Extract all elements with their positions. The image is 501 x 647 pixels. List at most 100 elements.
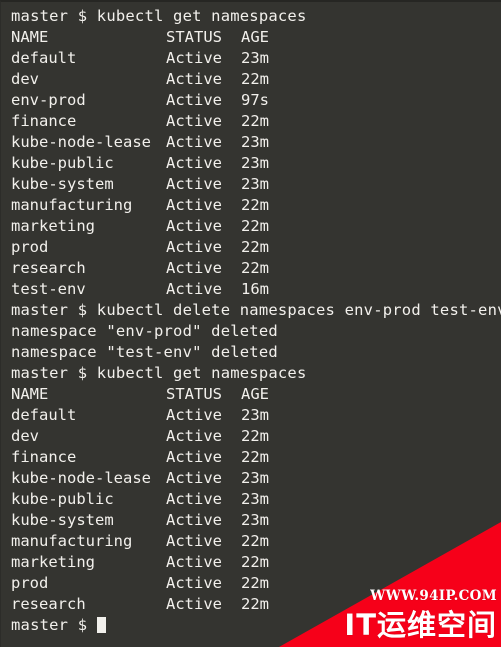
cell-namespace-status: Active xyxy=(166,196,222,214)
table-row: dev Active 22m xyxy=(11,69,501,90)
cell-namespace-status: Active xyxy=(166,490,222,508)
cell-namespace-age: 23m xyxy=(241,406,269,424)
output-line: namespace "env-prod" deleted xyxy=(11,322,278,340)
cell-namespace-name: env-prod xyxy=(11,91,86,109)
text-cursor xyxy=(96,617,106,633)
table-row: default Active 23m xyxy=(11,48,501,69)
cell-namespace-name: research xyxy=(11,595,86,613)
cell-namespace-name: prod xyxy=(11,238,49,256)
cell-namespace-status: Active xyxy=(166,91,222,109)
table-row: kube-system Active 23m xyxy=(11,510,501,531)
cell-namespace-name: default xyxy=(11,49,77,67)
column-header-name: NAME xyxy=(11,28,49,46)
cell-namespace-age: 23m xyxy=(241,469,269,487)
table-row: prod Active 22m xyxy=(11,237,501,258)
table-row: manufacturing Active 22m xyxy=(11,531,501,552)
table-row: kube-node-lease Active 23m xyxy=(11,132,501,153)
table-row: kube-public Active 23m xyxy=(11,489,501,510)
cell-namespace-name: kube-public xyxy=(11,154,114,172)
cell-namespace-age: 23m xyxy=(241,49,269,67)
cell-namespace-age: 23m xyxy=(241,490,269,508)
cell-namespace-age: 22m xyxy=(241,238,269,256)
command-line: master $ kubectl delete namespaces env-p… xyxy=(11,301,501,319)
cell-namespace-age: 23m xyxy=(241,154,269,172)
cell-namespace-status: Active xyxy=(166,280,222,298)
table-row: marketing Active 22m xyxy=(11,552,501,573)
cell-namespace-name: kube-public xyxy=(11,490,114,508)
cell-namespace-age: 16m xyxy=(241,280,269,298)
table-row: prod Active 22m xyxy=(11,573,501,594)
cell-namespace-status: Active xyxy=(166,595,222,613)
table-row: finance Active 22m xyxy=(11,447,501,468)
column-header-age: AGE xyxy=(241,385,269,403)
table-row: manufacturing Active 22m xyxy=(11,195,501,216)
command-line: master $ kubectl get namespaces xyxy=(11,7,307,25)
cell-namespace-status: Active xyxy=(166,154,222,172)
cell-namespace-age: 23m xyxy=(241,175,269,193)
cell-namespace-name: kube-system xyxy=(11,511,114,529)
cell-namespace-age: 22m xyxy=(241,595,269,613)
table-header-row: NAME STATUS AGE xyxy=(11,384,501,405)
cell-namespace-status: Active xyxy=(166,259,222,277)
cell-namespace-age: 22m xyxy=(241,553,269,571)
prompt-line[interactable]: master $ xyxy=(11,615,501,636)
cell-namespace-status: Active xyxy=(166,511,222,529)
cell-namespace-name: kube-node-lease xyxy=(11,469,151,487)
cell-namespace-status: Active xyxy=(166,112,222,130)
table-row: test-env Active 16m xyxy=(11,279,501,300)
table-row: kube-system Active 23m xyxy=(11,174,501,195)
cell-namespace-age: 23m xyxy=(241,511,269,529)
table-row: marketing Active 22m xyxy=(11,216,501,237)
column-header-status: STATUS xyxy=(166,385,222,403)
column-header-age: AGE xyxy=(241,28,269,46)
cell-namespace-age: 22m xyxy=(241,259,269,277)
command-line: master $ kubectl get namespaces xyxy=(11,364,307,382)
cell-namespace-status: Active xyxy=(166,133,222,151)
cell-namespace-status: Active xyxy=(166,469,222,487)
cell-namespace-name: test-env xyxy=(11,280,86,298)
cell-namespace-age: 22m xyxy=(241,112,269,130)
cell-namespace-name: dev xyxy=(11,70,39,88)
table-row: env-prod Active 97s xyxy=(11,90,501,111)
cell-namespace-status: Active xyxy=(166,427,222,445)
cell-namespace-name: marketing xyxy=(11,217,95,235)
terminal-output-area[interactable]: master $ kubectl get namespaces NAME STATU… xyxy=(1,2,501,647)
table-row: default Active 23m xyxy=(11,405,501,426)
cell-namespace-name: kube-system xyxy=(11,175,114,193)
cell-namespace-status: Active xyxy=(166,406,222,424)
cell-namespace-name: default xyxy=(11,406,77,424)
table-row: research Active 22m xyxy=(11,594,501,615)
cell-namespace-status: Active xyxy=(166,49,222,67)
cell-namespace-name: manufacturing xyxy=(11,196,133,214)
cell-namespace-name: prod xyxy=(11,574,49,592)
cell-namespace-age: 23m xyxy=(241,133,269,151)
table-row: finance Active 22m xyxy=(11,111,501,132)
cell-namespace-status: Active xyxy=(166,574,222,592)
cell-namespace-age: 22m xyxy=(241,448,269,466)
shell-prompt: master $ xyxy=(11,616,97,634)
cell-namespace-name: research xyxy=(11,259,86,277)
cell-namespace-status: Active xyxy=(166,448,222,466)
cell-namespace-age: 22m xyxy=(241,427,269,445)
column-header-status: STATUS xyxy=(166,28,222,46)
cell-namespace-name: kube-node-lease xyxy=(11,133,151,151)
terminal-window[interactable]: master $ kubectl get namespaces NAME STATU… xyxy=(0,0,501,647)
cell-namespace-status: Active xyxy=(166,238,222,256)
cell-namespace-status: Active xyxy=(166,70,222,88)
table-row: kube-node-lease Active 23m xyxy=(11,468,501,489)
cell-namespace-status: Active xyxy=(166,532,222,550)
cell-namespace-age: 22m xyxy=(241,70,269,88)
cell-namespace-status: Active xyxy=(166,217,222,235)
table-row: kube-public Active 23m xyxy=(11,153,501,174)
cell-namespace-name: finance xyxy=(11,112,77,130)
cell-namespace-status: Active xyxy=(166,553,222,571)
output-line: namespace "test-env" deleted xyxy=(11,343,278,361)
cell-namespace-name: manufacturing xyxy=(11,532,133,550)
cell-namespace-name: marketing xyxy=(11,553,95,571)
cell-namespace-name: dev xyxy=(11,427,39,445)
cell-namespace-age: 22m xyxy=(241,574,269,592)
cell-namespace-name: finance xyxy=(11,448,77,466)
cell-namespace-age: 22m xyxy=(241,217,269,235)
table-row: dev Active 22m xyxy=(11,426,501,447)
table-row: research Active 22m xyxy=(11,258,501,279)
